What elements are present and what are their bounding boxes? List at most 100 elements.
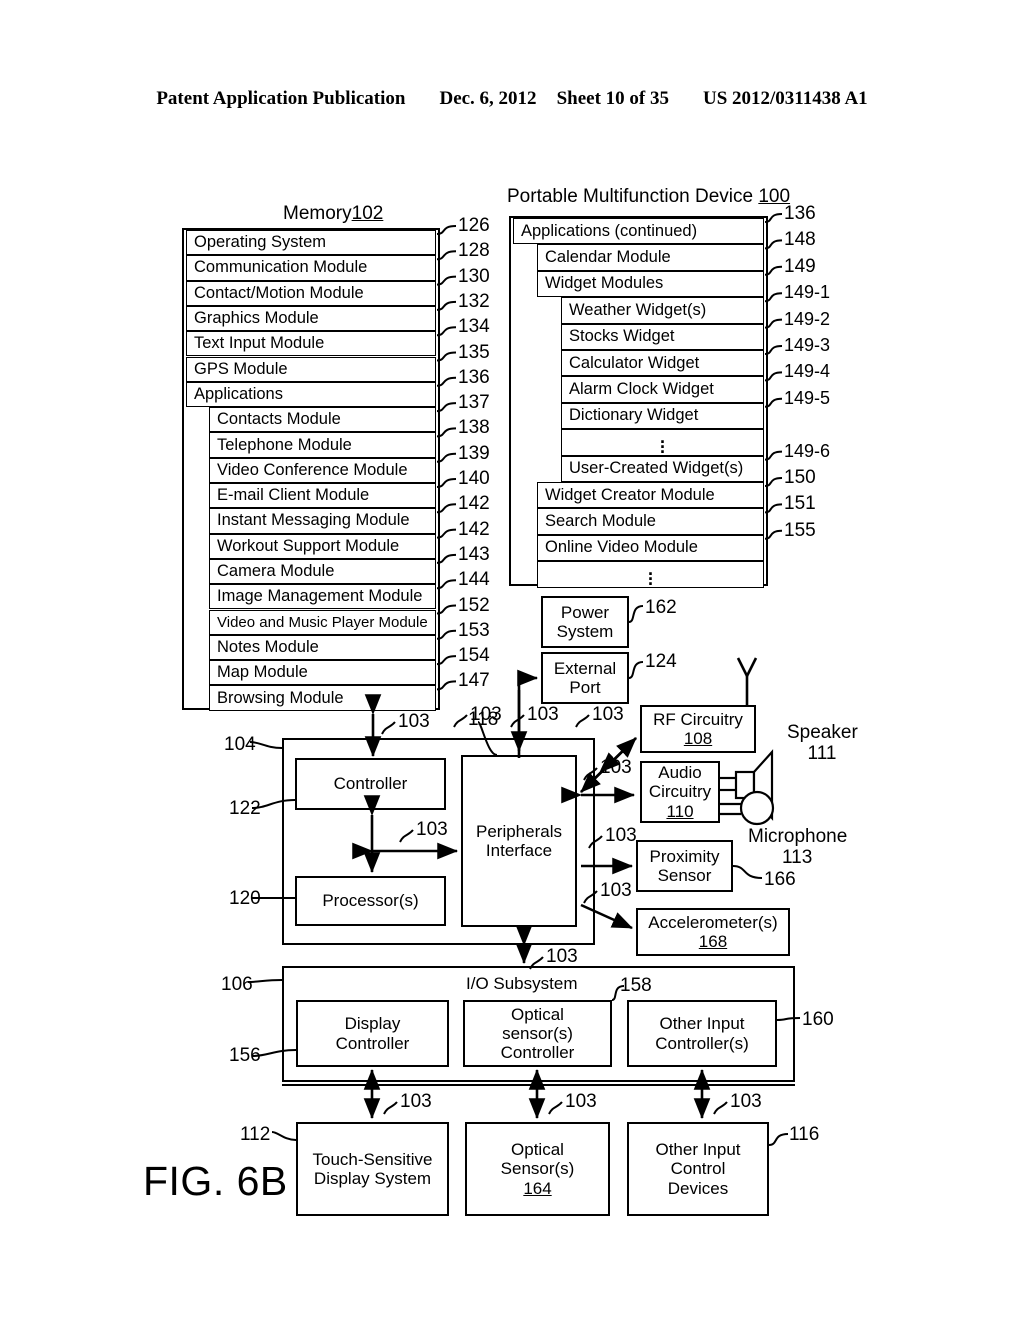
ref-137: 137 — [458, 392, 490, 414]
bus-ref-peripherals_top: 103 — [592, 704, 624, 725]
list-item: Weather Widget(s) — [561, 297, 764, 324]
proximity-sensor-box: Proximity Sensor — [636, 840, 733, 892]
ref-149-6: 149-6 — [784, 440, 831, 461]
header-publication: Patent Application Publication — [156, 88, 406, 109]
peripherals-interface-box: Peripherals Interface — [461, 755, 577, 927]
other-input-devices-label: Other Input Control Devices — [655, 1140, 741, 1198]
optical-sensors-label: Optical Sensor(s) 164 — [500, 1140, 575, 1198]
external-port-label: External Port — [553, 658, 617, 697]
header-publication-number: US 2012/0311438 A1 — [702, 88, 868, 109]
bus-ref-audio: 103 — [600, 757, 632, 778]
touch-display-label: Touch-Sensitive Display System — [312, 1149, 433, 1188]
ref-130: 130 — [458, 265, 490, 287]
list-item: Calculator Widget — [561, 350, 764, 377]
list-item: Online Video Module — [537, 534, 764, 562]
list-item: Widget Creator Module — [537, 482, 764, 509]
ref-142: 142 — [458, 493, 490, 515]
ref-147: 147 — [458, 670, 490, 692]
ref-128: 128 — [458, 240, 490, 262]
list-item: Calendar Module — [537, 244, 764, 271]
ref-106: 106 — [221, 974, 253, 995]
bus-ref-proximity: 103 — [605, 825, 637, 846]
memory-title: Memory102 — [283, 203, 384, 224]
ref-152: 152 — [458, 594, 490, 616]
microphone-icon — [720, 790, 775, 826]
ref-104: 104 — [224, 734, 256, 755]
bus-ref-display: 103 — [400, 1091, 432, 1112]
ref-144: 144 — [458, 569, 490, 591]
list-ellipsis: ... — [537, 560, 764, 588]
list-item: Applications (continued) — [513, 218, 764, 245]
ref-155: 155 — [784, 519, 816, 541]
ref-116: 116 — [789, 1124, 820, 1145]
ref-158: 158 — [620, 975, 652, 996]
ref-156: 156 — [229, 1045, 261, 1066]
patent-figure-page: Patent Application Publication Dec. 6, 20… — [0, 0, 1024, 1320]
list-item: Communication Module — [186, 255, 436, 281]
audio-circuitry-box: Audio Circuitry 110 — [640, 761, 720, 823]
device-title: Portable Multifunction Device 100 — [507, 186, 791, 207]
ref-153: 153 — [458, 619, 490, 641]
rf-circuitry-label: RF Circuitry 108 — [653, 709, 743, 748]
ref-151: 151 — [784, 493, 816, 515]
processors-label: Processor(s) — [322, 891, 419, 911]
touch-display-box: Touch-Sensitive Display System — [296, 1122, 449, 1216]
bus-ref-ext_port: 103 — [470, 704, 502, 725]
figure-caption: FIG. 6B — [143, 1158, 288, 1204]
ref-120: 120 — [229, 888, 261, 909]
bus-ref-memory_to_cpu: 103 — [398, 711, 430, 732]
microphone-ref: 113 — [782, 847, 813, 868]
microphone-label: Microphone — [748, 826, 848, 847]
ref-149-1: 149-1 — [784, 282, 831, 303]
accelerometer-label: Accelerometer(s) 168 — [648, 912, 778, 951]
io-subsystem-label: I/O Subsystem — [466, 974, 578, 993]
speaker-ref: 111 — [807, 743, 837, 764]
bus-ref-optical: 103 — [565, 1091, 597, 1112]
ref-143: 143 — [458, 543, 490, 565]
ref-149-2: 149-2 — [784, 308, 831, 329]
speaker-label: Speaker — [787, 722, 858, 743]
ref-134: 134 — [458, 316, 490, 338]
peripherals-interface-label: Peripherals Interface — [476, 821, 562, 860]
bus-ref-ctrl_peripherals: 103 — [416, 819, 448, 840]
list-item: Video and Music Player Module — [209, 609, 436, 635]
controller-label: Controller — [333, 774, 408, 794]
list-item: Workout Support Module — [209, 533, 436, 559]
ref-122: 122 — [229, 798, 261, 819]
bus-ref-other_input: 103 — [730, 1091, 762, 1112]
controller-box: Controller — [295, 758, 446, 810]
ref-136: 136 — [784, 203, 816, 224]
other-input-controllers-label: Other Input Controller(s) — [655, 1014, 749, 1053]
list-item: Alarm Clock Widget — [561, 376, 764, 403]
list-item: GPS Module — [186, 356, 436, 382]
ref-139: 139 — [458, 442, 490, 464]
header-sheet: Sheet 10 of 35 — [556, 88, 669, 109]
other-input-controllers-box: Other Input Controller(s) — [627, 1000, 777, 1067]
ref-126: 126 — [458, 215, 490, 236]
list-item: Instant Messaging Module — [209, 508, 436, 534]
optical-sensor-controller-label: Optical sensor(s) Controller — [500, 1004, 575, 1063]
list-item: Telephone Module — [209, 432, 436, 458]
ref-149-5: 149-5 — [784, 387, 831, 408]
ref-136: 136 — [458, 366, 490, 388]
memory-title-ref: 102 — [351, 203, 384, 224]
ref-124: 124 — [645, 651, 677, 672]
bus-ref-peripherals_io: 103 — [546, 946, 578, 967]
antenna-icon — [736, 657, 758, 706]
ref-112: 112 — [240, 1124, 271, 1145]
list-item: Text Input Module — [186, 331, 436, 357]
optical-sensors-box: Optical Sensor(s) 164 — [465, 1122, 610, 1216]
ref-162: 162 — [645, 597, 677, 618]
power-system-label: Power System — [556, 602, 614, 641]
ref-166: 166 — [764, 869, 796, 890]
processors-box: Processor(s) — [295, 876, 446, 926]
ref-149: 149 — [784, 255, 816, 277]
display-controller-label: Display Controller — [335, 1014, 410, 1053]
ref-140: 140 — [458, 468, 490, 489]
list-ellipsis: ... — [561, 428, 764, 456]
list-item: Dictionary Widget — [561, 402, 764, 430]
list-item: Search Module — [537, 508, 764, 535]
list-item: Map Module — [209, 660, 436, 686]
ref-148: 148 — [784, 229, 816, 251]
optical-sensor-controller-box: Optical sensor(s) Controller — [463, 1000, 612, 1067]
